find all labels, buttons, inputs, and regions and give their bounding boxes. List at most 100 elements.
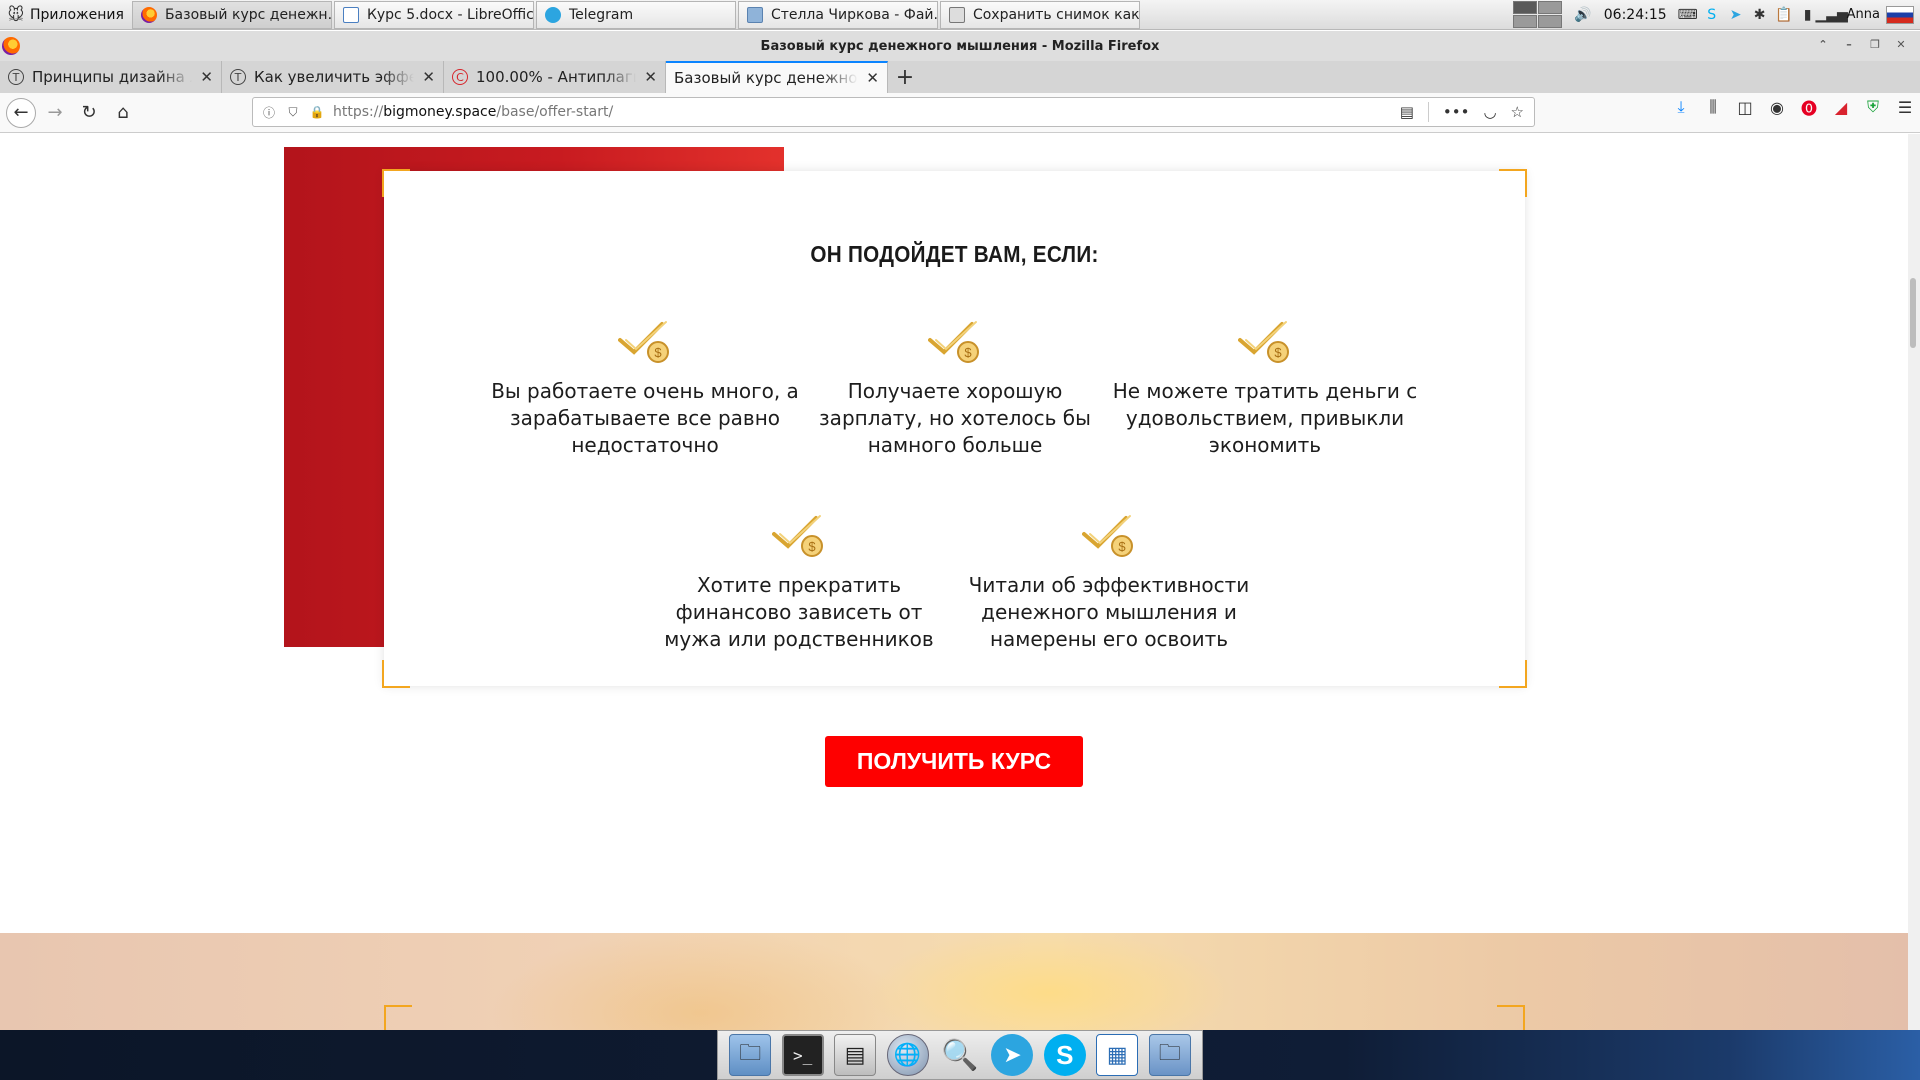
url-path: /base/offer-start/ [496, 104, 614, 120]
coin-symbol: $ [1274, 345, 1282, 360]
taskbar-item-screenshot[interactable]: Сохранить снимок как... [939, 0, 1140, 29]
window-titlebar: Базовый курс денежного мышления - Mozill… [0, 31, 1920, 61]
skype-tray-icon[interactable]: S [1703, 6, 1721, 24]
power-icon[interactable]: ▮ [1799, 6, 1817, 24]
benefit-item: $ Вы работаете очень много, а зарабатыва… [490, 318, 800, 459]
telegram-icon[interactable]: ➤ [991, 1034, 1034, 1076]
benefit-item: $ Получаете хорошую зарплату, но хотелос… [800, 318, 1110, 459]
corner-accent [384, 1005, 412, 1030]
audience-card: ОН ПОДОЙДЕТ ВАМ, ЕСЛИ: $ Вы работаете оч… [382, 169, 1527, 688]
clipboard-icon[interactable]: 📋 [1775, 6, 1793, 24]
shade-window-icon[interactable]: ⌃ [1814, 37, 1832, 53]
taskbar-item-telegram[interactable]: Telegram [535, 0, 736, 29]
writer-icon[interactable]: ▦ [1096, 1034, 1139, 1076]
bookmark-star-icon[interactable]: ☆ [1511, 103, 1524, 121]
tab-design-principles[interactable]: T Принципы дизайна лендинга ✕ [0, 61, 222, 93]
new-tab-button[interactable]: + [888, 61, 922, 93]
folder-icon[interactable]: 🗀 [1148, 1034, 1191, 1076]
tracking-shield-icon[interactable]: ⛉ [285, 104, 301, 120]
clock[interactable]: 06:24:15 [1604, 7, 1667, 23]
volume-icon[interactable]: 🔊 [1574, 6, 1592, 24]
network-signal-icon[interactable]: ▁▃▅ [1816, 6, 1848, 24]
reload-button[interactable]: ↻ [74, 98, 104, 128]
corner-accent [382, 169, 410, 197]
reader-view-icon[interactable]: ▤ [1400, 103, 1414, 121]
file-manager-icon[interactable]: 🗀 [729, 1034, 772, 1076]
tab-antiplagiat[interactable]: C 100.00% - Антиплагиат ✕ [444, 61, 666, 93]
close-tab-icon[interactable]: ✕ [422, 68, 435, 86]
close-tab-icon[interactable]: ✕ [644, 68, 657, 86]
user-name[interactable]: Anna [1847, 7, 1880, 22]
downloads-icon[interactable]: ⤓ [1672, 97, 1690, 116]
address-bar-actions: ▤ ••• ◡ ☆ [1400, 102, 1534, 122]
url-text[interactable]: https://bigmoney.space/base/offer-start/ [333, 104, 613, 120]
skype-icon[interactable]: S [1043, 1034, 1086, 1076]
next-section-banner [0, 933, 1908, 1030]
taskbar-item-libreoffice[interactable]: Курс 5.docx - LibreOffic... [333, 0, 534, 29]
address-bar[interactable]: ⓘ ⛉ 🔒 https://bigmoney.space/base/offer-… [252, 97, 1535, 127]
files-icon[interactable]: ▤ [834, 1034, 877, 1076]
document-icon [342, 6, 359, 23]
get-course-button[interactable]: ПОЛУЧИТЬ КУРС [825, 736, 1083, 787]
maximize-window-icon[interactable]: ❐ [1866, 37, 1884, 53]
gold-check-coin-icon: $ [1082, 515, 1133, 557]
telegram-tray-icon[interactable]: ➤ [1727, 6, 1745, 24]
workspace-4[interactable] [1537, 15, 1562, 28]
keyboard-indicator-icon[interactable]: ⌨ [1678, 6, 1698, 24]
toolbar-extensions: ⤓ ⫼ ◫ ◉ ⓿ ◢ ⛨ ☰ [1672, 97, 1914, 118]
applications-menu-label: Приложения [30, 6, 124, 23]
benefit-item: $ Хотите прекратить финансово зависеть о… [644, 512, 954, 653]
corner-accent [1499, 169, 1527, 197]
forward-button[interactable]: → [40, 98, 70, 128]
firefox-icon [140, 6, 157, 23]
bluetooth-icon[interactable]: ✱ [1751, 6, 1769, 24]
page-viewport: ОН ПОДОЙДЕТ ВАМ, ЕСЛИ: $ Вы работаете оч… [0, 134, 1908, 1030]
scrollbar-thumb[interactable] [1910, 278, 1916, 348]
pinterest-icon[interactable]: ⓿ [1800, 98, 1818, 118]
account-icon[interactable]: ◉ [1768, 98, 1786, 117]
tab-efficiency[interactable]: T Как увеличить эффективность ✕ [222, 61, 444, 93]
home-button[interactable]: ⌂ [108, 98, 138, 128]
page-scrollbar[interactable] [1908, 134, 1920, 1030]
close-tab-icon[interactable]: ✕ [200, 68, 213, 86]
library-icon[interactable]: ⫼ [1704, 97, 1722, 116]
browser-globe-icon[interactable]: 🌐 [886, 1034, 929, 1076]
terminal-icon[interactable]: >_ [781, 1034, 824, 1076]
keyboard-layout-flag-icon[interactable] [1886, 5, 1914, 24]
workspace-1[interactable] [1512, 1, 1537, 14]
coin-symbol: $ [1118, 539, 1126, 554]
close-window-icon[interactable]: ✕ [1892, 37, 1910, 53]
search-icon[interactable]: 🔍 [939, 1034, 981, 1076]
info-icon[interactable]: ⓘ [261, 104, 277, 120]
benefit-text: Вы работаете очень много, а зарабатывает… [491, 379, 799, 457]
hamburger-menu-icon[interactable]: ☰ [1896, 98, 1914, 117]
gold-check-coin-icon: $ [618, 321, 669, 363]
gold-check-coin-icon: $ [772, 515, 823, 557]
workspace-3[interactable] [1512, 15, 1537, 28]
extension-red-icon[interactable]: ◢ [1832, 98, 1850, 117]
taskbar-item-label: Сохранить снимок как... [972, 6, 1140, 23]
taskbar-item-firefox[interactable]: Базовый курс денежн... [131, 0, 332, 29]
coin-symbol: $ [654, 345, 662, 360]
applications-menu[interactable]: 🐭 Приложения [0, 0, 130, 30]
shield-extension-icon[interactable]: ⛨ [1864, 97, 1882, 116]
sidebar-icon[interactable]: ◫ [1736, 98, 1754, 117]
benefit-text: Хотите прекратить финансово зависеть от … [664, 573, 934, 651]
corner-accent [1499, 660, 1527, 688]
navigation-toolbar: ← → ↻ ⌂ ⓘ ⛉ 🔒 https://bigmoney.space/bas… [0, 93, 1920, 133]
tab-label: Как увеличить эффективность [254, 68, 414, 86]
taskbar-item-file-manager[interactable]: Стелла Чиркова - Фай... [737, 0, 938, 29]
firefox-icon [2, 37, 20, 55]
workspace-switcher[interactable] [1512, 1, 1562, 28]
benefit-item: $ Не можете тратить деньги с удовольстви… [1110, 318, 1420, 459]
page-actions-icon[interactable]: ••• [1443, 103, 1470, 121]
lock-icon[interactable]: 🔒 [309, 104, 325, 120]
benefit-text: Не можете тратить деньги с удовольствием… [1112, 379, 1418, 457]
minimize-window-icon[interactable]: – [1840, 37, 1858, 53]
back-button[interactable]: ← [6, 97, 36, 128]
xfce-mouse-icon: 🐭 [7, 4, 25, 24]
pocket-icon[interactable]: ◡ [1483, 103, 1496, 121]
workspace-2[interactable] [1537, 1, 1562, 14]
close-tab-icon[interactable]: ✕ [866, 69, 879, 87]
tab-money-course[interactable]: Базовый курс денежного мышления ✕ [666, 61, 888, 93]
